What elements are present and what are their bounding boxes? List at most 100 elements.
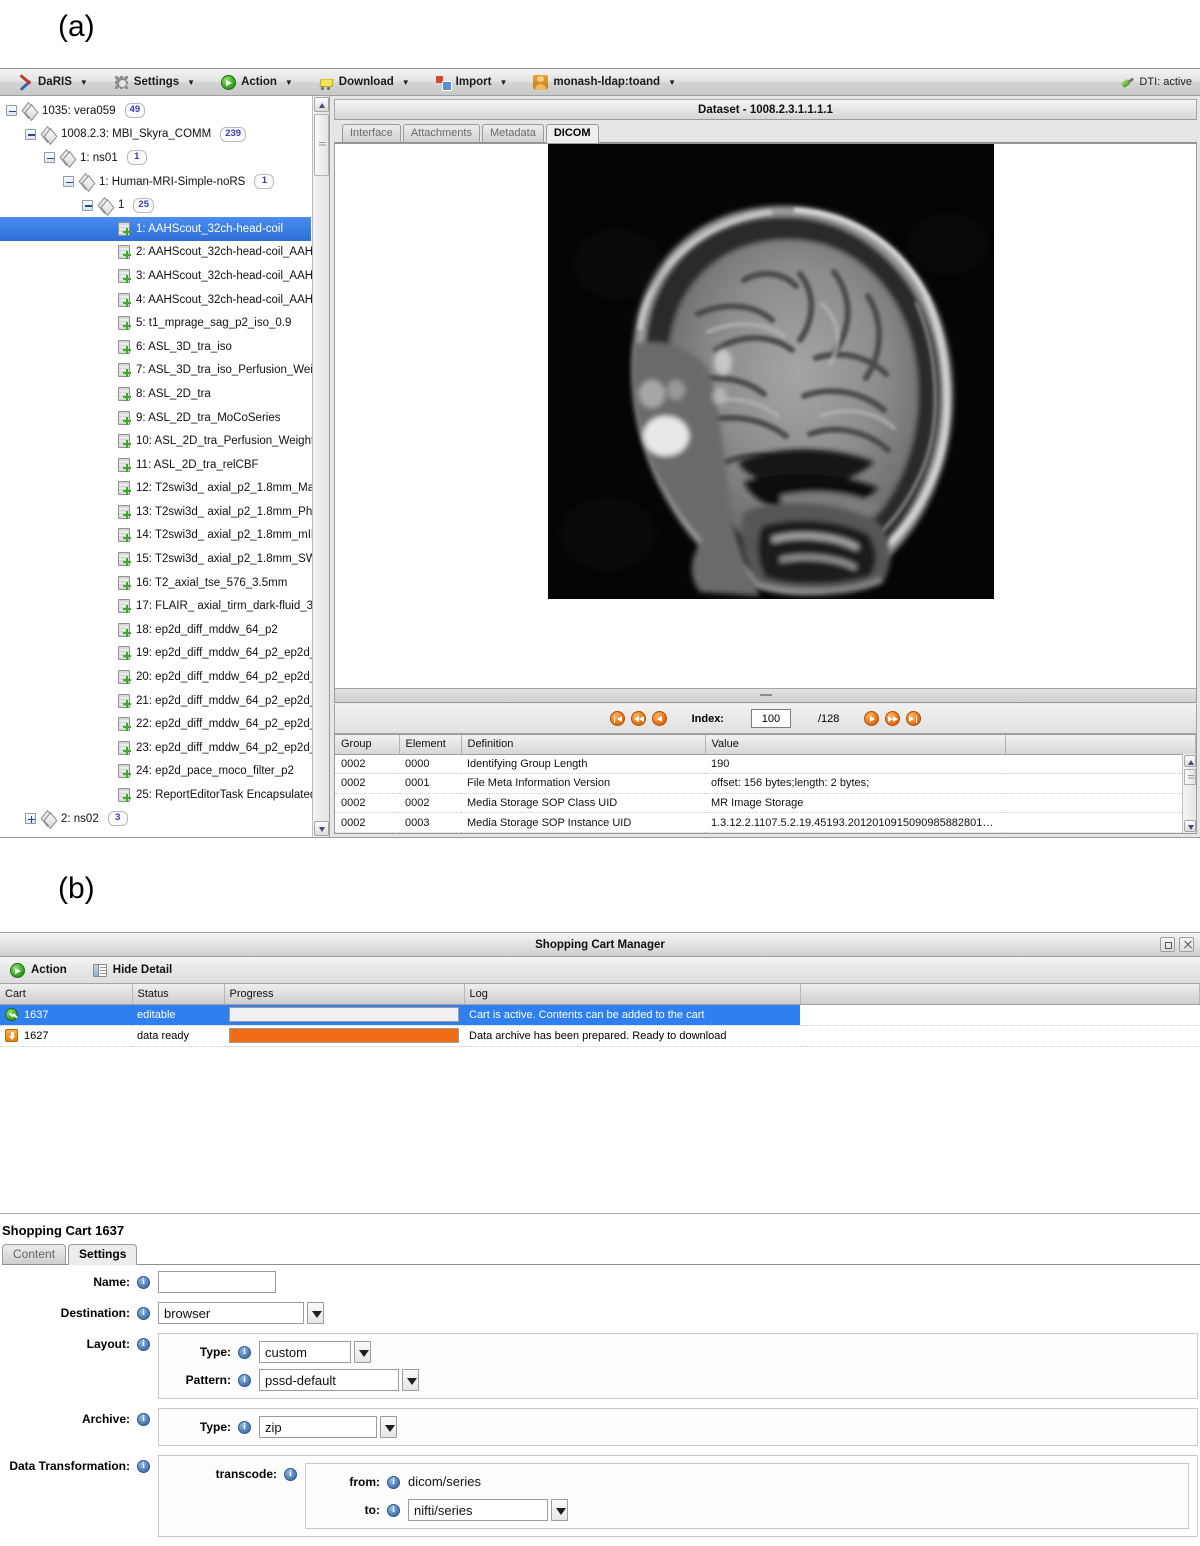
info-icon[interactable] bbox=[387, 1504, 400, 1517]
layout-pattern-combo[interactable] bbox=[259, 1369, 419, 1391]
table-row[interactable]: 0002 0000 Identifying Group Length 190 bbox=[335, 754, 1196, 775]
prev-fast-button[interactable] bbox=[630, 711, 646, 726]
tree-item[interactable]: 6: ASL_3D_tra_iso bbox=[0, 335, 311, 359]
tree-item[interactable]: 25: ReportEditorTask Encapsulated bbox=[0, 783, 316, 807]
tree-item[interactable]: 8: ASL_2D_tra bbox=[0, 382, 311, 406]
dicom-scroll-down-button[interactable] bbox=[1184, 820, 1196, 832]
menu-daris[interactable]: DaRIS ▼ bbox=[18, 75, 88, 90]
tree-item[interactable]: 1: AAHScout_32ch-head-coil bbox=[0, 216, 311, 241]
table-row[interactable]: 1627 data ready Data archive has been prep… bbox=[0, 1025, 1200, 1047]
table-row[interactable]: 0002 0001 File Meta Information Version off… bbox=[335, 773, 1196, 794]
column-header[interactable]: Progress bbox=[224, 984, 465, 1005]
tree-item[interactable]: 18: ep2d_diff_mddw_64_p2 bbox=[0, 618, 311, 642]
dicom-scroll-thumb[interactable] bbox=[1184, 769, 1196, 785]
tree-scroll-up-button[interactable] bbox=[314, 97, 329, 112]
first-slice-button[interactable] bbox=[609, 711, 625, 726]
tree-item[interactable]: 24: ep2d_pace_moco_filter_p2 bbox=[0, 760, 311, 784]
info-icon[interactable] bbox=[137, 1460, 150, 1473]
tree-scrollbar[interactable] bbox=[312, 96, 329, 837]
tree-item[interactable]: 7: ASL_3D_tra_iso_Perfusion_Weig bbox=[0, 359, 319, 383]
info-icon[interactable] bbox=[137, 1413, 150, 1426]
column-header[interactable]: Value bbox=[705, 735, 1006, 755]
last-slice-button[interactable] bbox=[906, 711, 922, 726]
menu-action[interactable]: Action ▼ bbox=[221, 74, 293, 90]
hide-detail-button[interactable]: Hide Detail bbox=[92, 963, 172, 977]
tree-item[interactable]: 11: ASL_2D_tra_relCBF bbox=[0, 453, 311, 477]
tree-item[interactable]: 3: AAHScout_32ch-head-coil_AAHS bbox=[0, 264, 321, 288]
tree-scroll-down-button[interactable] bbox=[314, 821, 329, 836]
tree-item[interactable]: 19: ep2d_diff_mddw_64_p2_ep2d_d bbox=[0, 642, 323, 666]
layout-type-combo[interactable] bbox=[259, 1341, 371, 1363]
destination-combo[interactable] bbox=[158, 1302, 324, 1324]
info-icon[interactable] bbox=[284, 1468, 297, 1481]
tree-item[interactable]: 15: T2swi3d_ axial_p2_1.8mm_SWI bbox=[0, 547, 320, 571]
menu-import[interactable]: Import ▼ bbox=[435, 75, 507, 91]
column-header[interactable]: Group bbox=[335, 735, 400, 755]
name-input[interactable] bbox=[158, 1271, 276, 1293]
tree-item[interactable]: 9: ASL_2D_tra_MoCoSeries bbox=[0, 406, 311, 430]
tree-item[interactable]: 13: T2swi3d_ axial_p2_1.8mm_Pha bbox=[0, 500, 319, 524]
tree-item[interactable]: 5: t1_mprage_sag_p2_iso_0.9 bbox=[0, 311, 311, 335]
archive-type-input[interactable] bbox=[259, 1416, 377, 1438]
prev-slice-button[interactable] bbox=[651, 711, 667, 726]
layout-type-input[interactable] bbox=[259, 1341, 351, 1363]
tree-item[interactable]: 2: ns02 3 bbox=[0, 807, 311, 831]
tree-scroll-thumb[interactable] bbox=[314, 114, 329, 176]
tab-settings[interactable]: Settings bbox=[68, 1244, 138, 1265]
tab-attachments[interactable]: Attachments bbox=[402, 124, 480, 142]
column-header[interactable]: Cart bbox=[0, 984, 133, 1005]
restore-icon[interactable] bbox=[1160, 937, 1175, 952]
next-fast-button[interactable] bbox=[885, 711, 901, 726]
slice-index-input[interactable] bbox=[750, 709, 791, 728]
tree-item[interactable]: 2: AAHScout_32ch-head-coil_AAHS bbox=[0, 241, 321, 265]
collapse-icon[interactable] bbox=[63, 176, 74, 188]
table-row[interactable]: 00020010Transfer Syntax UIDExplicit VR -… bbox=[335, 832, 1196, 833]
cart-action-button[interactable]: Action bbox=[10, 962, 67, 978]
destination-input[interactable] bbox=[158, 1302, 304, 1324]
tree-item[interactable]: 22: ep2d_diff_mddw_64_p2_ep2d_d bbox=[0, 712, 323, 736]
tab-interface[interactable]: Interface bbox=[342, 124, 401, 142]
collapse-icon[interactable] bbox=[44, 152, 55, 164]
tree-item[interactable]: 1: Human-MRI-Simple-noRS 1 bbox=[0, 170, 311, 194]
tab-content[interactable]: Content bbox=[2, 1244, 67, 1264]
menu-user-account[interactable]: monash-ldap:toand ▼ bbox=[533, 74, 676, 90]
column-header[interactable] bbox=[1005, 735, 1196, 755]
collapse-icon[interactable] bbox=[25, 128, 36, 140]
menu-settings[interactable]: Settings ▼ bbox=[113, 74, 195, 90]
info-icon[interactable] bbox=[137, 1338, 150, 1351]
column-header[interactable]: Definition bbox=[461, 735, 706, 755]
tree-item[interactable]: 21: ep2d_diff_mddw_64_p2_ep2d_d bbox=[0, 689, 323, 713]
chevron-down-icon[interactable] bbox=[354, 1341, 371, 1363]
column-header[interactable]: Status bbox=[132, 984, 225, 1005]
table-row[interactable]: 0002 0003 Media Storage SOP Instance UID 1.… bbox=[335, 812, 1196, 833]
transcode-to-combo[interactable] bbox=[408, 1499, 568, 1521]
dicom-image-viewer[interactable] bbox=[334, 143, 1197, 703]
tree-item[interactable]: 10: ASL_2D_tra_Perfusion_Weighte bbox=[0, 429, 321, 453]
transcode-to-input[interactable] bbox=[408, 1499, 548, 1521]
viewer-resize-handle[interactable] bbox=[335, 688, 1196, 702]
dicom-table-scrollbar[interactable] bbox=[1182, 754, 1196, 833]
tree-item[interactable]: 23: ep2d_diff_mddw_64_p2_ep2d_d bbox=[0, 736, 323, 760]
chevron-down-icon[interactable] bbox=[551, 1499, 568, 1521]
tree-item[interactable]: 4: AAHScout_32ch-head-coil_AAHS bbox=[0, 288, 321, 312]
info-icon[interactable] bbox=[137, 1307, 150, 1320]
tree-item[interactable]: 17: FLAIR_ axial_tirm_dark-fluid_3.5 bbox=[0, 594, 323, 618]
tree-item[interactable]: 12: T2swi3d_ axial_p2_1.8mm_Mag bbox=[0, 477, 321, 501]
tree-item[interactable]: 1035: vera059 49 bbox=[0, 99, 311, 123]
layout-pattern-input[interactable] bbox=[259, 1369, 399, 1391]
column-header[interactable]: Log bbox=[464, 984, 801, 1005]
info-icon[interactable] bbox=[238, 1421, 251, 1434]
tab-dicom[interactable]: DICOM bbox=[545, 124, 599, 143]
tree-item[interactable]: 20: ep2d_diff_mddw_64_p2_ep2d_d bbox=[0, 665, 323, 689]
tree-item[interactable]: 14: T2swi3d_ axial_p2_1.8mm_mIP bbox=[0, 524, 319, 548]
menu-download[interactable]: Download ▼ bbox=[319, 75, 410, 90]
chevron-down-icon[interactable] bbox=[380, 1416, 397, 1438]
collapse-icon[interactable] bbox=[82, 199, 93, 211]
tree-item[interactable]: 1008.2.3: MBI_Skyra_COMM 239 bbox=[0, 123, 311, 147]
tree-item[interactable]: 1: ns01 1 bbox=[0, 146, 311, 170]
dicom-scroll-up-button[interactable] bbox=[1184, 755, 1196, 767]
expand-icon[interactable] bbox=[25, 813, 36, 825]
info-icon[interactable] bbox=[238, 1346, 251, 1359]
tree-item[interactable]: 1 25 bbox=[0, 193, 311, 217]
info-icon[interactable] bbox=[238, 1374, 251, 1387]
